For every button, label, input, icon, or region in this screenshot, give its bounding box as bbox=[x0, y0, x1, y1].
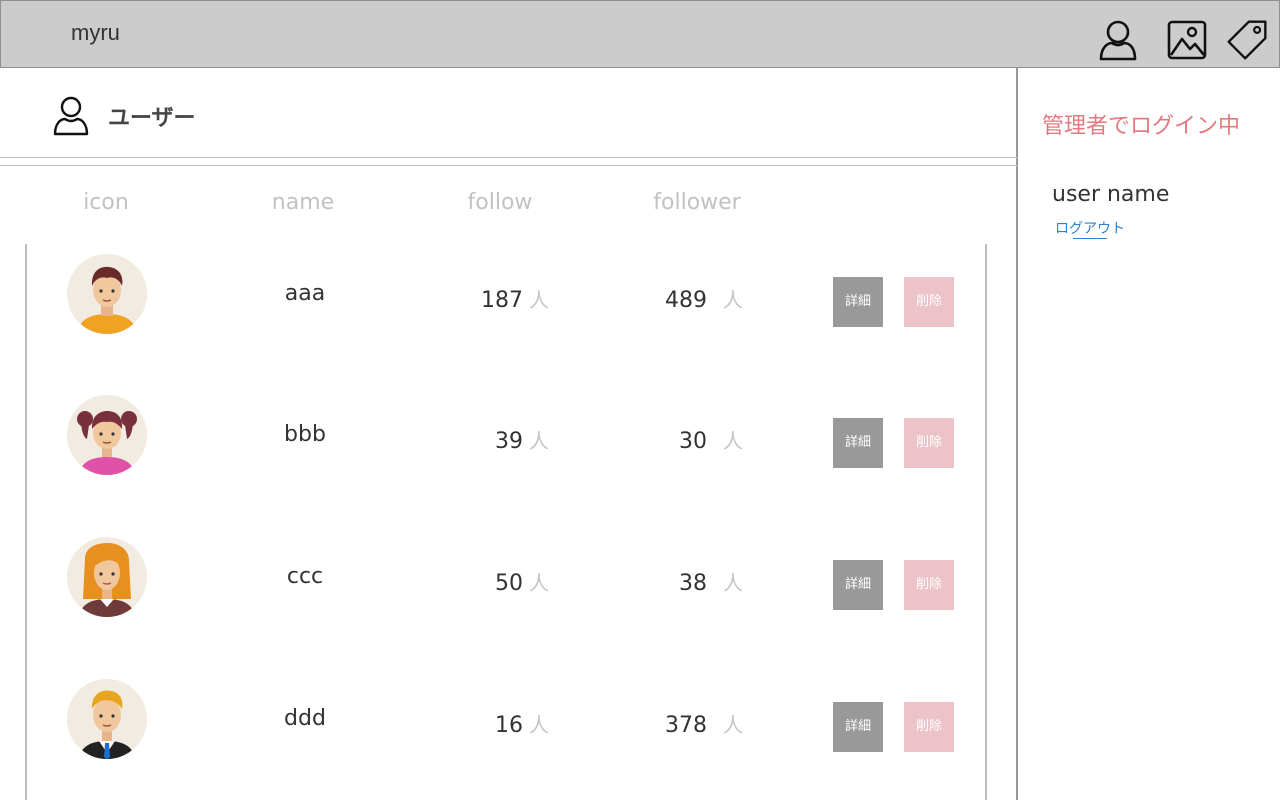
unit-label: 人 bbox=[529, 571, 549, 595]
unit-label: 人 bbox=[529, 713, 549, 737]
tag-icon[interactable] bbox=[1225, 17, 1269, 63]
follow-count: 16 人 bbox=[447, 709, 549, 738]
user-name[interactable]: ddd bbox=[225, 706, 385, 731]
user-name[interactable]: ccc bbox=[225, 564, 385, 589]
follower-value: 489 bbox=[665, 288, 707, 313]
column-header-icon: icon bbox=[83, 190, 129, 215]
unit-label: 人 bbox=[529, 288, 549, 312]
unit-label: 人 bbox=[723, 571, 743, 595]
page-title: ユーザー bbox=[108, 106, 196, 131]
follow-count: 50 人 bbox=[447, 567, 549, 596]
avatar bbox=[67, 395, 147, 475]
image-icon[interactable] bbox=[1165, 17, 1209, 63]
table-row: ddd 16 人 378 人 詳細 削除 bbox=[27, 669, 987, 759]
follower-count: 489 人 bbox=[641, 284, 743, 313]
column-header-follower: follower bbox=[653, 190, 741, 215]
unit-label: 人 bbox=[723, 713, 743, 737]
unit-label: 人 bbox=[529, 429, 549, 453]
follow-count: 187 人 bbox=[447, 284, 549, 313]
table-row: aaa 187 人 489 人 詳細 削除 bbox=[27, 244, 987, 334]
logout-link[interactable]: ログアウト bbox=[1055, 218, 1125, 239]
avatar bbox=[67, 254, 147, 334]
user-name[interactable]: aaa bbox=[225, 281, 385, 306]
delete-button[interactable]: 削除 bbox=[904, 560, 954, 610]
user-icon bbox=[53, 96, 89, 136]
follow-value: 187 bbox=[481, 288, 523, 313]
follower-value: 38 bbox=[679, 571, 707, 596]
detail-button[interactable]: 詳細 bbox=[833, 277, 883, 327]
delete-button[interactable]: 削除 bbox=[904, 277, 954, 327]
table-row: ccc 50 人 38 人 詳細 削除 bbox=[27, 527, 987, 617]
column-header-name: name bbox=[271, 190, 335, 215]
column-header-follow: follow bbox=[467, 190, 533, 215]
avatar bbox=[67, 679, 147, 759]
follower-value: 30 bbox=[679, 429, 707, 454]
page-header: ユーザー bbox=[0, 68, 1018, 166]
avatar bbox=[67, 537, 147, 617]
user-icon[interactable] bbox=[1096, 17, 1140, 63]
detail-button[interactable]: 詳細 bbox=[833, 418, 883, 468]
delete-button[interactable]: 削除 bbox=[904, 418, 954, 468]
follower-count: 30 人 bbox=[641, 425, 743, 454]
unit-label: 人 bbox=[723, 288, 743, 312]
detail-button[interactable]: 詳細 bbox=[833, 560, 883, 610]
user-table: aaa 187 人 489 人 詳細 削除 bbb 39 人 30 人 詳細 削… bbox=[25, 244, 987, 800]
current-user-name: user name bbox=[1052, 182, 1170, 207]
user-name[interactable]: bbb bbox=[225, 422, 385, 447]
follower-count: 38 人 bbox=[641, 567, 743, 596]
main-panel: ユーザー icon name follow follower aaa 187人 bbox=[0, 68, 1018, 800]
sidebar: 管理者でログイン中 user name ログアウト bbox=[1020, 68, 1280, 800]
delete-button[interactable]: 削除 bbox=[904, 702, 954, 752]
follower-value: 378 bbox=[665, 713, 707, 738]
follow-value: 39 bbox=[495, 429, 523, 454]
follow-value: 16 bbox=[495, 713, 523, 738]
follow-value: 50 bbox=[495, 571, 523, 596]
table-row: bbb 39 人 30 人 詳細 削除 bbox=[27, 385, 987, 475]
top-bar: myru bbox=[0, 0, 1280, 68]
login-status: 管理者でログイン中 bbox=[1042, 114, 1241, 139]
follow-count: 39 人 bbox=[447, 425, 549, 454]
unit-label: 人 bbox=[723, 429, 743, 453]
follower-count: 378 人 bbox=[641, 709, 743, 738]
app-title[interactable]: myru bbox=[71, 20, 120, 46]
detail-button[interactable]: 詳細 bbox=[833, 702, 883, 752]
